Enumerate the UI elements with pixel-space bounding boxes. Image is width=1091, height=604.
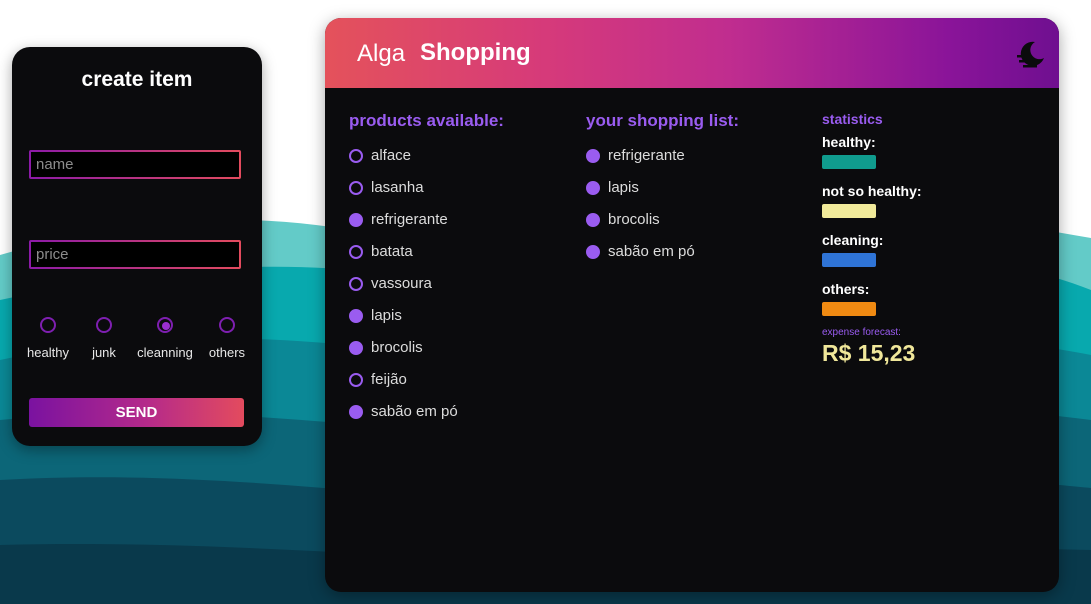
shopping-list-item-label: brocolis xyxy=(608,211,660,228)
product-item[interactable]: batata xyxy=(349,243,504,275)
shopping-list: refrigerante lapis brocolis sabão em pó xyxy=(586,147,739,275)
expense-forecast-label: expense forecast: xyxy=(822,327,901,338)
product-item[interactable]: feijão xyxy=(349,371,504,403)
products-list: alface lasanha refrigerante batata vassoura l… xyxy=(349,147,504,435)
product-item[interactable]: lapis xyxy=(349,307,504,339)
product-item-label: refrigerante xyxy=(371,211,448,228)
stat-bar-not-so-healthy xyxy=(822,204,876,218)
shopping-list-item[interactable]: refrigerante xyxy=(586,147,739,179)
product-item-label: vassoura xyxy=(371,275,432,292)
products-available-title: products available: xyxy=(349,111,504,130)
product-item[interactable]: vassoura xyxy=(349,275,504,307)
shopping-list-item[interactable]: lapis xyxy=(586,179,739,211)
stat-label-cleaning: cleaning: xyxy=(822,232,884,248)
product-item-label: brocolis xyxy=(371,339,423,356)
create-item-card: create item healthy junk cleanning other… xyxy=(12,47,262,446)
product-item-radio[interactable] xyxy=(349,181,363,195)
product-item-label: sabão em pó xyxy=(371,403,458,420)
product-item-radio[interactable] xyxy=(349,405,363,419)
radio-label-others: others xyxy=(208,345,246,360)
send-button[interactable]: SEND xyxy=(29,398,244,427)
category-radio-group: healthy junk cleanning others xyxy=(12,317,262,369)
product-item-radio[interactable] xyxy=(349,277,363,291)
brand-name-bold: Shopping xyxy=(420,39,531,66)
statistics-title: statistics xyxy=(822,111,883,127)
brand-name-light: Alga xyxy=(357,40,406,67)
stat-label-healthy: healthy: xyxy=(822,134,876,150)
statistics-column: statistics healthy: not so healthy: clea… xyxy=(822,111,922,367)
shopping-list-item-radio[interactable] xyxy=(586,149,600,163)
radio-healthy[interactable] xyxy=(40,317,56,333)
shopping-list-item-label: sabão em pó xyxy=(608,243,695,260)
shopping-list-item-label: refrigerante xyxy=(608,147,685,164)
product-item-label: lasanha xyxy=(371,179,424,196)
stat-not-so-healthy: not so healthy: xyxy=(822,183,922,227)
stat-cleaning: cleaning: xyxy=(822,232,922,276)
category-option-others[interactable]: others xyxy=(192,317,262,360)
radio-cleanning[interactable] xyxy=(157,317,173,333)
product-item-label: lapis xyxy=(371,307,402,324)
name-input[interactable] xyxy=(29,150,241,179)
product-item-radio[interactable] xyxy=(349,245,363,259)
shopping-card: Alga Shopping products available: alface… xyxy=(325,18,1059,592)
product-item-radio[interactable] xyxy=(349,309,363,323)
price-input[interactable] xyxy=(29,240,241,269)
radio-others[interactable] xyxy=(219,317,235,333)
shopping-list-column: your shopping list: refrigerante lapis bro… xyxy=(586,111,739,275)
app-header: Alga Shopping xyxy=(325,18,1059,88)
product-item-label: feijão xyxy=(371,371,407,388)
shopping-list-item-radio[interactable] xyxy=(586,181,600,195)
product-item[interactable]: alface xyxy=(349,147,504,179)
stat-others: others: xyxy=(822,281,922,325)
shopping-list-item-label: lapis xyxy=(608,179,639,196)
stat-healthy: healthy: xyxy=(822,134,922,178)
stat-label-others: others: xyxy=(822,281,870,297)
product-item-label: batata xyxy=(371,243,413,260)
product-item[interactable]: brocolis xyxy=(349,339,504,371)
product-item-radio[interactable] xyxy=(349,213,363,227)
category-option-junk[interactable]: junk xyxy=(69,317,139,360)
product-item-label: alface xyxy=(371,147,412,164)
radio-junk[interactable] xyxy=(96,317,112,333)
moon-icon[interactable] xyxy=(1015,38,1047,70)
stat-label-not-so-healthy: not so healthy: xyxy=(822,183,922,199)
product-item[interactable]: sabão em pó xyxy=(349,403,504,435)
stat-bar-healthy xyxy=(822,155,876,169)
shopping-list-item[interactable]: brocolis xyxy=(586,211,739,243)
products-available-column: products available: alface lasanha refrige… xyxy=(349,111,504,435)
expense-forecast-value: R$ 15,23 xyxy=(822,340,916,366)
shopping-list-item-radio[interactable] xyxy=(586,213,600,227)
radio-label-cleanning: cleanning xyxy=(137,345,193,360)
shopping-list-item[interactable]: sabão em pó xyxy=(586,243,739,275)
radio-label-junk: junk xyxy=(92,345,116,360)
product-item[interactable]: lasanha xyxy=(349,179,504,211)
shopping-list-title: your shopping list: xyxy=(586,111,739,130)
product-item-radio[interactable] xyxy=(349,341,363,355)
product-item-radio[interactable] xyxy=(349,149,363,163)
product-item[interactable]: refrigerante xyxy=(349,211,504,243)
category-option-cleanning[interactable]: cleanning xyxy=(130,317,200,360)
shopping-list-item-radio[interactable] xyxy=(586,245,600,259)
stat-bar-cleaning xyxy=(822,253,876,267)
product-item-radio[interactable] xyxy=(349,373,363,387)
stat-bar-others xyxy=(822,302,876,316)
create-item-title: create item xyxy=(81,68,193,91)
